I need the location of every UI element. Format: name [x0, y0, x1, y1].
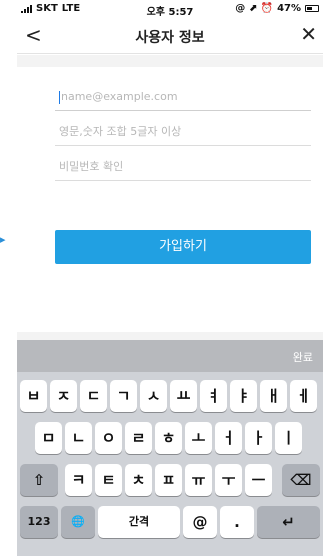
- key[interactable]: ㄴ: [65, 422, 92, 454]
- key[interactable]: ㅛ: [170, 380, 197, 412]
- nav-bar: < 사용자 정보 ✕: [17, 18, 323, 54]
- key[interactable]: ㅕ: [200, 380, 227, 412]
- return-key[interactable]: ↵: [257, 506, 320, 538]
- text-caret: [59, 90, 60, 104]
- password-confirm-placeholder: 비밀번호 확인: [59, 160, 124, 173]
- shift-key[interactable]: ⇧: [20, 464, 58, 496]
- done-button[interactable]: 완료: [293, 349, 313, 365]
- key[interactable]: ㅓ: [215, 422, 242, 454]
- close-button[interactable]: ✕: [300, 23, 317, 45]
- period-key[interactable]: .: [220, 506, 254, 538]
- key[interactable]: ㅈ: [50, 380, 77, 412]
- password-field[interactable]: 영문,숫자 조합 5글자 이상: [55, 118, 311, 146]
- key[interactable]: ㅇ: [95, 422, 122, 454]
- key[interactable]: ㅎ: [155, 422, 182, 454]
- delete-key[interactable]: ⌫: [282, 464, 320, 496]
- key[interactable]: ㅋ: [65, 464, 92, 496]
- email-field[interactable]: name@example.com: [55, 83, 311, 111]
- key[interactable]: ㅠ: [185, 464, 212, 496]
- key[interactable]: ㅜ: [215, 464, 242, 496]
- password-confirm-field[interactable]: 비밀번호 확인: [55, 153, 311, 181]
- key[interactable]: ㅅ: [140, 380, 167, 412]
- key[interactable]: ㄷ: [80, 380, 107, 412]
- key[interactable]: ㅗ: [185, 422, 212, 454]
- keyboard-row-3: ⇧ ㅋ ㅌ ㅊ ㅍ ㅠ ㅜ ㅡ ⌫: [17, 464, 323, 496]
- email-placeholder: name@example.com: [61, 90, 178, 103]
- space-key[interactable]: 간격: [98, 506, 180, 538]
- key[interactable]: ㅊ: [125, 464, 152, 496]
- form-area: name@example.com 영문,숫자 조합 5글자 이상 비밀번호 확인…: [17, 55, 323, 340]
- right-gutter: [323, 0, 331, 556]
- status-indicators: @ ⬈ ⏰: [235, 3, 274, 14]
- key[interactable]: ㅍ: [155, 464, 182, 496]
- arrow-indicator-icon: ▸: [0, 233, 6, 246]
- status-bar: SKT LTE 오후 5:57 @ ⬈ ⏰ 47%: [17, 0, 323, 18]
- key[interactable]: ㅔ: [290, 380, 317, 412]
- page-title: 사용자 정보: [135, 30, 205, 46]
- key[interactable]: ㅣ: [275, 422, 302, 454]
- signup-form: name@example.com 영문,숫자 조합 5글자 이상 비밀번호 확인…: [17, 67, 323, 332]
- numbers-key[interactable]: 123: [20, 506, 58, 538]
- keyboard-accessory-bar: 완료: [17, 340, 323, 372]
- key[interactable]: ㄹ: [125, 422, 152, 454]
- battery-icon: [305, 5, 319, 12]
- key[interactable]: ㅑ: [230, 380, 257, 412]
- signup-button[interactable]: 가입하기: [55, 230, 311, 264]
- battery-percent: 47%: [277, 3, 301, 14]
- key[interactable]: ㅡ: [245, 464, 272, 496]
- at-key[interactable]: @: [183, 506, 217, 538]
- key[interactable]: ㄱ: [110, 380, 137, 412]
- key[interactable]: ㅐ: [260, 380, 287, 412]
- key[interactable]: ㅌ: [95, 464, 122, 496]
- keyboard-row-4: 123 🌐 간격 @ . ↵: [17, 506, 323, 538]
- password-placeholder: 영문,숫자 조합 5글자 이상: [59, 125, 182, 138]
- globe-key[interactable]: 🌐: [61, 506, 95, 538]
- keyboard-row-2: ㅁ ㄴ ㅇ ㄹ ㅎ ㅗ ㅓ ㅏ ㅣ: [17, 422, 323, 454]
- key[interactable]: ㅂ: [20, 380, 47, 412]
- keyboard-row-1: ㅂ ㅈ ㄷ ㄱ ㅅ ㅛ ㅕ ㅑ ㅐ ㅔ: [17, 380, 323, 412]
- key[interactable]: ㅏ: [245, 422, 272, 454]
- key[interactable]: ㅁ: [35, 422, 62, 454]
- left-gutter: ▸: [0, 0, 17, 556]
- phone-screen: SKT LTE 오후 5:57 @ ⬈ ⏰ 47% < 사용자 정보 ✕ nam…: [17, 0, 323, 556]
- keyboard: ㅂ ㅈ ㄷ ㄱ ㅅ ㅛ ㅕ ㅑ ㅐ ㅔ ㅁ ㄴ ㅇ ㄹ ㅎ ㅗ ㅓ ㅏ ㅣ ⇧ …: [17, 372, 323, 556]
